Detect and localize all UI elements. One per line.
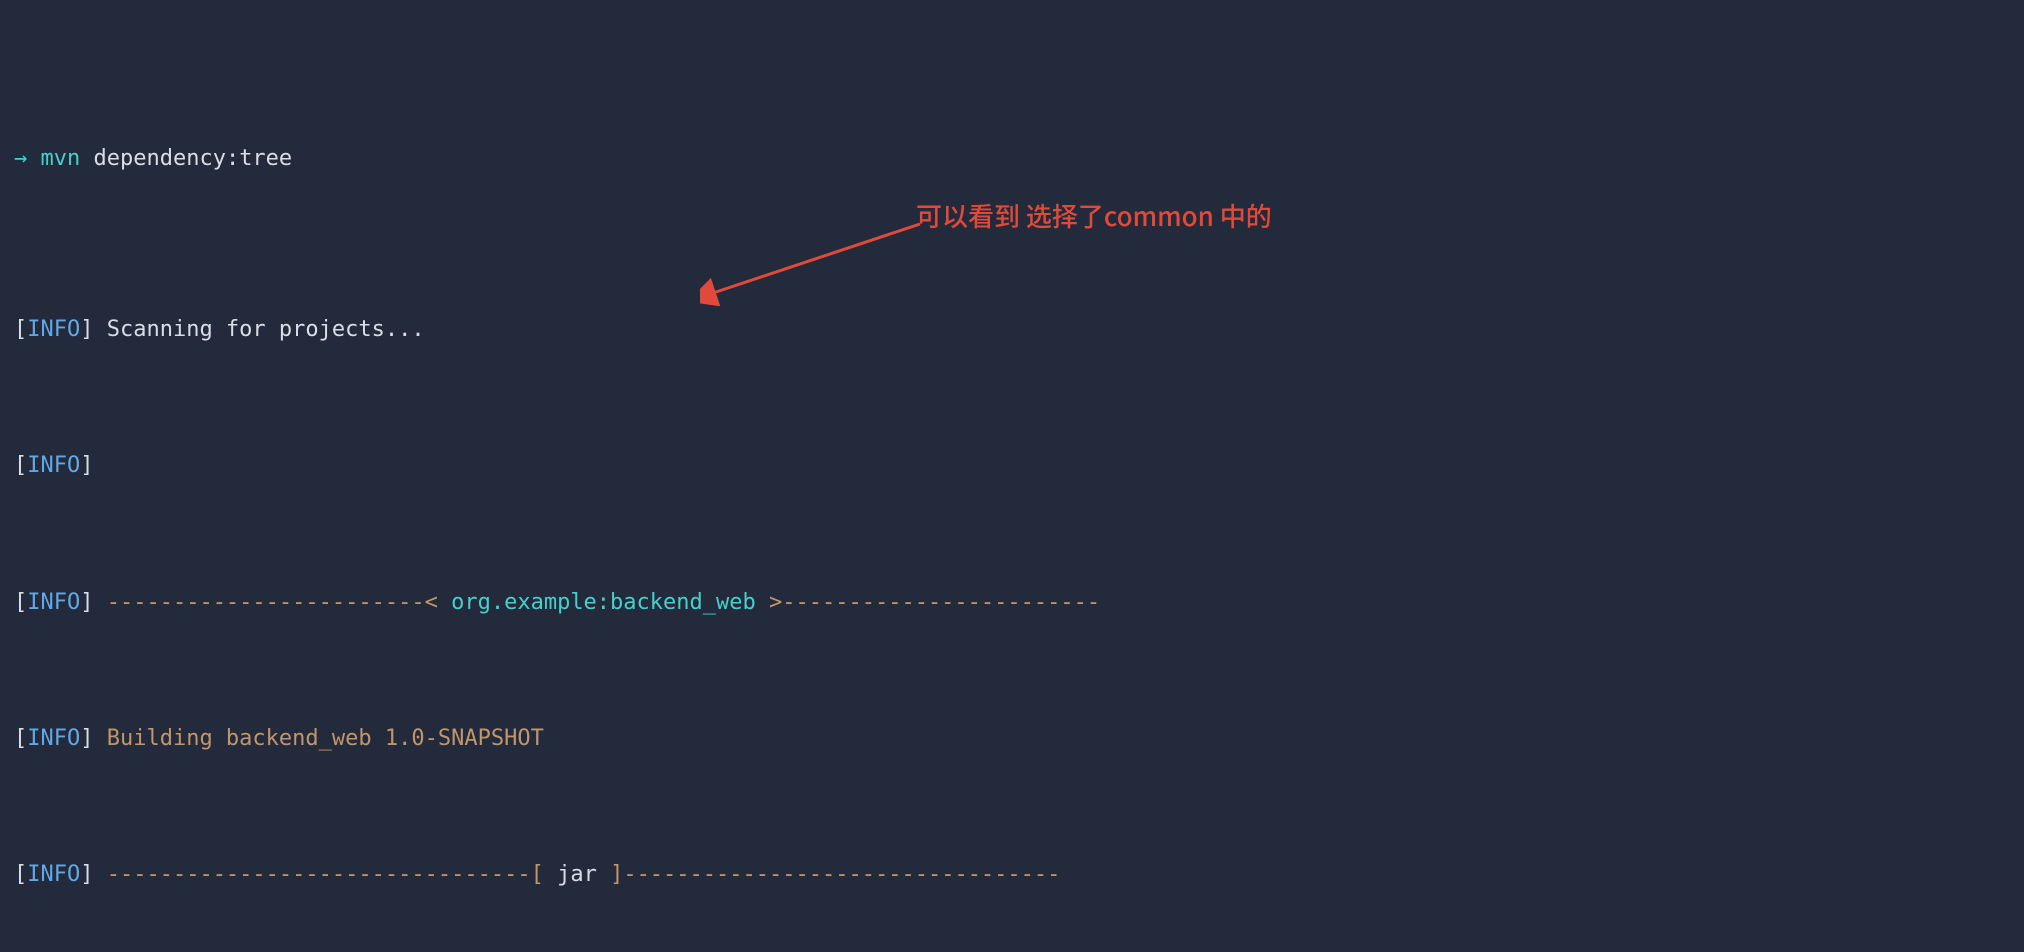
prompt-line[interactable]: → mvn dependency:tree (14, 142, 2010, 176)
command-args: dependency:tree (80, 146, 292, 171)
terminal-output: → mvn dependency:tree [INFO] Scanning fo… (0, 0, 2024, 952)
annotation-arrow-icon (700, 216, 930, 306)
info-tag: INFO (27, 453, 80, 478)
info-tag: INFO (27, 317, 80, 342)
info-tag: INFO (27, 862, 80, 887)
project-coord: org.example:backend_web (451, 590, 756, 615)
log-line: [INFO] --------------------------------[… (14, 858, 2010, 892)
command-mvn: mvn (41, 146, 81, 171)
log-line: [INFO] Building backend_web 1.0-SNAPSHOT (14, 722, 2010, 756)
log-line: [INFO] Scanning for projects... (14, 313, 2010, 347)
log-line: [INFO] ------------------------< org.exa… (14, 586, 2010, 620)
info-tag: INFO (27, 590, 80, 615)
annotation-text: 可以看到 选择了common 中的 (916, 196, 1272, 236)
log-line: [INFO] (14, 449, 2010, 483)
info-tag: INFO (27, 726, 80, 751)
prompt-arrow: → (14, 146, 27, 171)
